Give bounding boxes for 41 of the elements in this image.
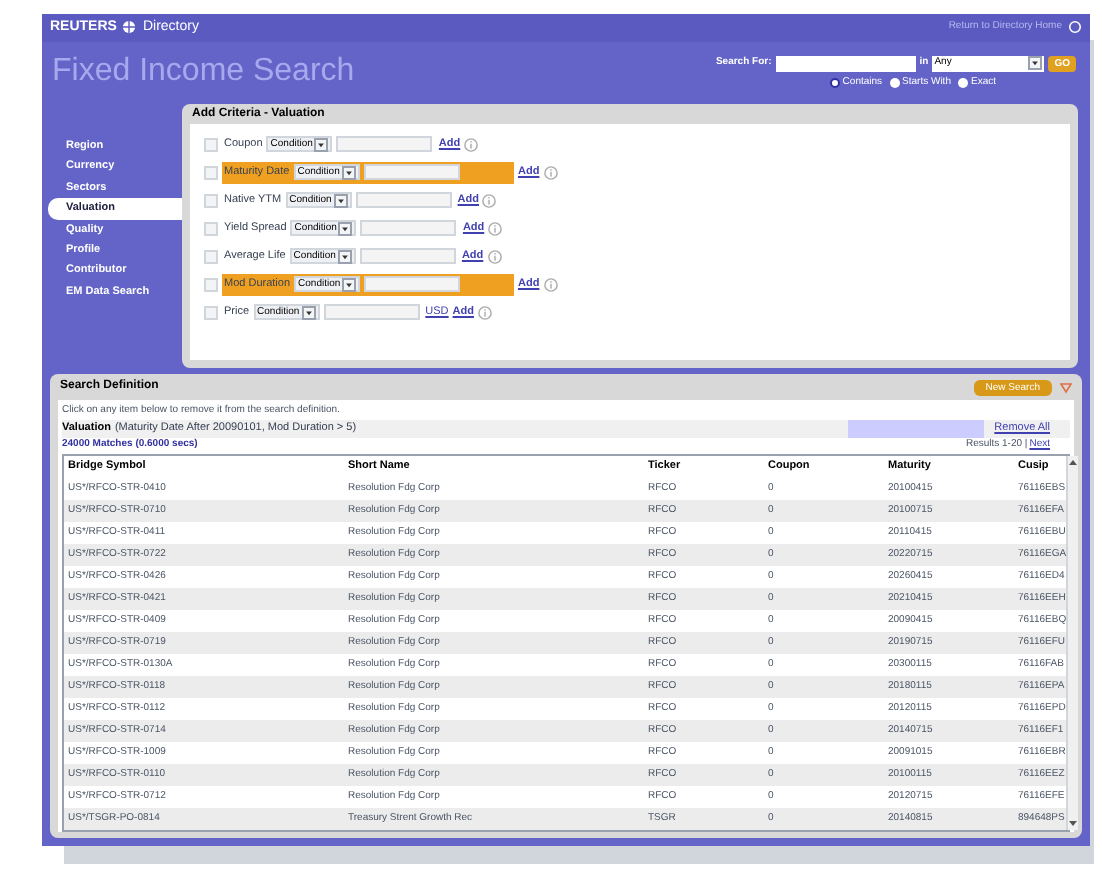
caret-icon	[333, 193, 348, 208]
checkbox[interactable]	[204, 305, 218, 320]
info-icon	[482, 193, 497, 208]
value-field[interactable]	[360, 220, 457, 237]
info-icon	[487, 249, 502, 264]
value-field[interactable]	[364, 276, 461, 293]
collapse-icon[interactable]	[1060, 381, 1072, 393]
value-field[interactable]	[336, 136, 433, 153]
radio-button[interactable]	[890, 77, 901, 88]
globe-icon	[122, 20, 137, 35]
checkbox[interactable]	[204, 221, 218, 236]
power-icon[interactable]	[1068, 20, 1082, 35]
value-field[interactable]	[363, 164, 460, 181]
scroll-up-icon[interactable]	[1068, 458, 1079, 468]
caret-icon	[342, 277, 357, 292]
value-field[interactable]	[359, 248, 456, 265]
checkbox[interactable]	[204, 193, 218, 208]
checkbox[interactable]	[204, 277, 218, 292]
caret-icon	[314, 137, 329, 152]
checkbox[interactable]	[204, 137, 218, 152]
checkbox[interactable]	[204, 165, 218, 180]
value-field[interactable]	[323, 304, 420, 321]
info-icon	[488, 221, 503, 236]
scrollbar[interactable]	[1066, 456, 1079, 830]
caret-icon	[301, 305, 316, 320]
page-title: Fixed Income Search	[52, 52, 355, 93]
checkbox[interactable]	[204, 249, 218, 264]
radio-button[interactable]	[830, 77, 841, 88]
search-field[interactable]	[775, 55, 916, 72]
info-icon	[543, 277, 558, 292]
caret-icon	[341, 165, 356, 180]
caret-icon	[337, 249, 352, 264]
radio-button[interactable]	[958, 77, 969, 88]
highlight-bar	[848, 420, 985, 438]
value-field[interactable]	[355, 192, 452, 209]
info-icon	[478, 305, 492, 320]
info-icon	[464, 137, 479, 152]
caret-icon	[338, 221, 353, 236]
info-icon	[543, 165, 558, 180]
scroll-down-icon[interactable]	[1068, 818, 1079, 828]
caret-icon	[1028, 56, 1043, 71]
